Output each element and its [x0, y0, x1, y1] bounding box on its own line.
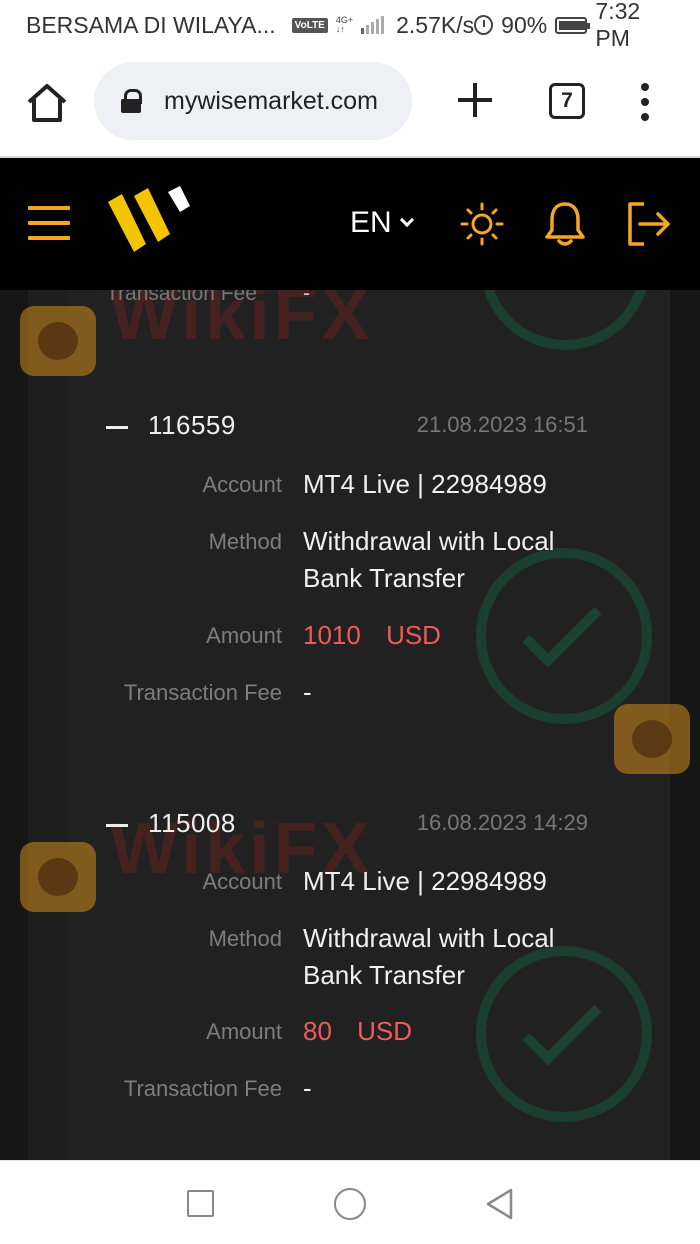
language-label: EN	[350, 206, 392, 239]
overflow-menu-icon	[641, 83, 649, 91]
transaction-id: 115008	[148, 808, 236, 838]
method-line-1: Withdrawal with Local	[303, 526, 555, 556]
transaction-date: 16.08.2023 14:29	[416, 810, 588, 835]
alarm-icon	[474, 15, 494, 35]
volte-icon: VoLTE	[291, 17, 328, 33]
home-button[interactable]	[24, 80, 70, 126]
network-type-icon: 4G+ ↓↑	[335, 15, 354, 34]
hamburger-icon[interactable]	[28, 206, 70, 240]
amount-value: 80 USD	[303, 1016, 413, 1046]
browser-toolbar: mywisemarket.com 7	[0, 50, 700, 156]
network-speed: 2.57K/s	[396, 11, 475, 38]
status-icons: VoLTE 4G+ ↓↑	[291, 15, 385, 34]
method-label: Method	[208, 926, 282, 951]
status-right: 90% 7:32 PM	[474, 0, 676, 52]
method-line-2: Bank Transfer	[303, 563, 465, 593]
method-label: Method	[208, 529, 282, 554]
wikifx-watermark-badge	[614, 704, 690, 774]
carrier-name: BERSAMA DI WILAYA...	[26, 11, 276, 38]
amount-label: Amount	[206, 623, 282, 648]
transactions-content: WikiFX WikiFX Transaction Fee - 116559 2…	[0, 290, 700, 1160]
method-line-1: Withdrawal with Local	[303, 923, 555, 953]
fee-value: -	[303, 1073, 312, 1103]
transaction-header[interactable]: 116559 21.08.2023 16:51	[104, 410, 594, 450]
method-line-2: Bank Transfer	[303, 960, 465, 990]
address-bar[interactable]: mywisemarket.com	[94, 62, 412, 140]
amount-value: 1010 USD	[303, 620, 441, 650]
logout-icon[interactable]	[624, 200, 672, 248]
nav-back-icon[interactable]	[484, 1187, 514, 1221]
android-nav-bar	[0, 1160, 700, 1244]
home-icon	[27, 84, 67, 122]
fee-label: Transaction Fee	[123, 1076, 282, 1101]
account-value: MT4 Live | 22984989	[303, 866, 547, 896]
site-header: EN	[0, 158, 700, 290]
amount-label: Amount	[206, 1019, 282, 1044]
nav-recents-icon[interactable]	[187, 1190, 214, 1217]
collapse-icon[interactable]	[106, 824, 128, 827]
sun-icon[interactable]	[460, 202, 504, 246]
nav-home-icon[interactable]	[334, 1188, 366, 1220]
chevron-down-icon	[399, 212, 414, 228]
transaction-id: 116559	[148, 410, 236, 440]
tab-count: 7	[561, 89, 573, 112]
fee-label: Transaction Fee	[106, 290, 257, 305]
overflow-menu-button[interactable]	[638, 83, 652, 121]
brand-logo[interactable]	[106, 186, 190, 258]
language-selector[interactable]: EN	[350, 206, 414, 240]
battery-percent: 90%	[501, 11, 548, 38]
method-value: Withdrawal with Local Bank Transfer	[303, 523, 603, 597]
wikifx-watermark-badge	[20, 306, 96, 376]
account-value: MT4 Live | 22984989	[303, 469, 547, 499]
signal-icon	[361, 16, 385, 34]
account-label: Account	[202, 869, 283, 894]
bell-icon[interactable]	[543, 200, 587, 248]
url-text: mywisemarket.com	[164, 86, 378, 115]
lock-icon	[120, 89, 142, 113]
clock: 7:32 PM	[595, 0, 641, 51]
transaction-date: 21.08.2023 16:51	[416, 412, 588, 437]
fee-value: -	[303, 290, 310, 305]
collapse-icon[interactable]	[106, 426, 128, 429]
tabs-button[interactable]: 7	[549, 83, 585, 119]
wikifx-watermark-badge	[20, 842, 96, 912]
transaction-header[interactable]: 115008 16.08.2023 14:29	[104, 808, 594, 848]
fee-label: Transaction Fee	[123, 680, 282, 705]
account-label: Account	[202, 472, 283, 497]
fee-value: -	[303, 677, 312, 707]
new-tab-button[interactable]	[455, 80, 495, 120]
method-value: Withdrawal with Local Bank Transfer	[303, 920, 603, 994]
android-status-bar: BERSAMA DI WILAYA... VoLTE 4G+ ↓↑ 2.57K/s…	[0, 0, 700, 52]
battery-icon	[555, 16, 591, 34]
